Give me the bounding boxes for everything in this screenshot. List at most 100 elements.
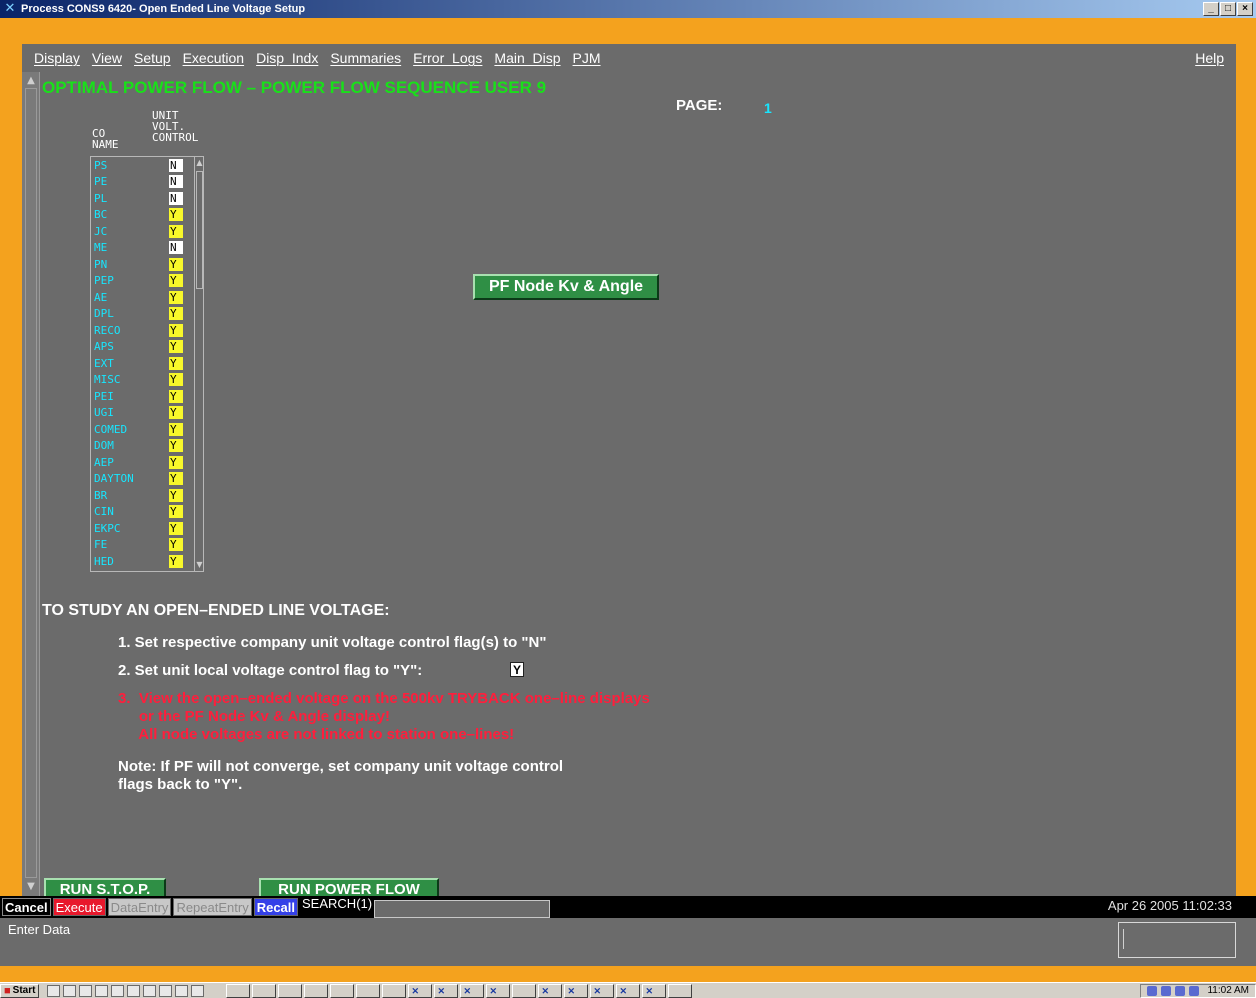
menu-pjm[interactable]: PJM [567,50,607,66]
minimize-button[interactable]: _ [1203,2,1219,16]
desktop-icon[interactable] [47,984,61,997]
company-row[interactable]: DOM Y [91,438,203,455]
tray-icon[interactable] [1161,985,1172,996]
data-entry-button[interactable]: DataEntry [107,898,172,916]
list-scroll-down-icon[interactable]: ▼ [195,559,204,571]
company-row[interactable]: ME N [91,240,203,257]
word-icon[interactable] [79,984,93,997]
unit-voltage-control-flag[interactable]: Y [169,488,183,502]
unit-voltage-control-flag[interactable]: Y [169,323,183,337]
menu-view[interactable]: View [86,50,128,66]
unit-voltage-control-flag[interactable]: Y [169,290,183,304]
tray-icon[interactable] [1175,985,1186,996]
x-window-task-icon[interactable]: ✕ [590,983,615,998]
main-vertical-scrollbar[interactable]: ▲ ▼ [22,72,40,896]
recall-button[interactable]: Recall [253,898,299,916]
x-window-task-icon[interactable]: ✕ [616,983,641,998]
menu-setup[interactable]: Setup [128,50,177,66]
unit-voltage-control-flag[interactable]: Y [169,406,183,420]
tray-icon[interactable] [1189,985,1200,996]
unit-voltage-control-flag[interactable]: N [169,175,183,189]
company-row[interactable]: PN Y [91,256,203,273]
unit-voltage-control-flag[interactable]: Y [169,538,183,552]
company-row[interactable]: RECO Y [91,322,203,339]
scroll-down-icon[interactable]: ▼ [24,880,38,894]
unit-voltage-control-flag[interactable]: Y [169,340,183,354]
taskbar-item[interactable] [668,983,693,998]
cancel-button[interactable]: Cancel [2,898,51,916]
menu-main-disp[interactable]: Main_Disp [488,50,566,66]
unit-voltage-control-flag[interactable]: Y [169,274,183,288]
company-row[interactable]: DAYTON Y [91,471,203,488]
company-row[interactable]: PEI Y [91,388,203,405]
start-button[interactable]: ■ Start [0,983,40,998]
app-icon[interactable] [111,984,125,997]
company-row[interactable]: PL N [91,190,203,207]
local-voltage-control-flag-input[interactable]: Y [510,662,524,677]
unit-voltage-control-flag[interactable]: Y [169,455,183,469]
taskbar-item[interactable] [356,983,381,998]
unit-voltage-control-flag[interactable]: Y [169,224,183,238]
execute-button[interactable]: Execute [52,898,106,916]
taskbar-item[interactable] [304,983,329,998]
company-row[interactable]: EKPC Y [91,520,203,537]
list-scroll-up-icon[interactable]: ▲ [195,157,204,169]
company-row[interactable]: CIN Y [91,504,203,521]
command-input[interactable] [1118,922,1236,958]
taskbar-item[interactable] [278,983,303,998]
company-row[interactable]: AEP Y [91,454,203,471]
run-stop-button[interactable]: RUN S.T.O.P. [44,878,166,896]
menu-execution[interactable]: Execution [177,50,250,66]
unit-voltage-control-flag[interactable]: Y [169,521,183,535]
scroll-track[interactable] [25,88,37,878]
repeat-entry-button[interactable]: RepeatEntry [173,898,252,916]
unit-voltage-control-flag[interactable]: Y [169,505,183,519]
x-window-task-icon[interactable]: ✕ [408,983,433,998]
company-row[interactable]: PEP Y [91,273,203,290]
unit-voltage-control-flag[interactable]: N [169,158,183,172]
x-window-task-icon[interactable]: ✕ [564,983,589,998]
company-row[interactable]: BC Y [91,207,203,224]
x-window-task-icon[interactable]: ✕ [486,983,511,998]
x-window-task-icon[interactable]: ✕ [434,983,459,998]
unit-voltage-control-flag[interactable]: N [169,191,183,205]
scroll-up-icon[interactable]: ▲ [24,74,38,88]
window-titlebar[interactable]: ✕ Process CONS9 6420- Open Ended Line Vo… [0,0,1256,18]
unit-voltage-control-flag[interactable]: Y [169,422,183,436]
excel-icon[interactable] [95,984,109,997]
x-window-task-icon[interactable]: ✕ [460,983,485,998]
unit-voltage-control-flag[interactable]: Y [169,472,183,486]
company-row[interactable]: HED Y [91,553,203,570]
browser-icon[interactable] [63,984,77,997]
company-row[interactable]: FE Y [91,537,203,554]
app-icon[interactable] [143,984,157,997]
unit-voltage-control-flag[interactable]: Y [169,257,183,271]
menu-disp-indx[interactable]: Disp_Indx [250,50,324,66]
company-row[interactable]: AE Y [91,289,203,306]
taskbar-item[interactable] [330,983,355,998]
unit-voltage-control-flag[interactable]: N [169,241,183,255]
close-button[interactable]: × [1237,2,1253,16]
unit-voltage-control-flag[interactable]: Y [169,554,183,568]
unit-voltage-control-flag[interactable]: Y [169,356,183,370]
company-row[interactable]: DPL Y [91,306,203,323]
app-icon[interactable] [127,984,141,997]
tray-icon[interactable] [1147,985,1158,996]
company-row[interactable]: MISC Y [91,372,203,389]
taskbar-item[interactable] [382,983,407,998]
menu-help[interactable]: Help [1189,50,1236,66]
taskbar-item[interactable] [512,983,537,998]
maximize-button[interactable]: □ [1220,2,1236,16]
company-row[interactable]: PE N [91,174,203,191]
company-row[interactable]: PS N [91,157,203,174]
company-row[interactable]: BR Y [91,487,203,504]
company-row[interactable]: UGI Y [91,405,203,422]
x-window-task-icon[interactable]: ✕ [642,983,667,998]
company-row[interactable]: EXT Y [91,355,203,372]
company-row[interactable]: COMED Y [91,421,203,438]
menu-display[interactable]: Display [22,50,86,66]
taskbar-item[interactable] [252,983,277,998]
company-list-scrollbar[interactable]: ▲ ▼ [194,157,204,571]
run-power-flow-button[interactable]: RUN POWER FLOW [259,878,439,896]
company-row[interactable]: JC Y [91,223,203,240]
